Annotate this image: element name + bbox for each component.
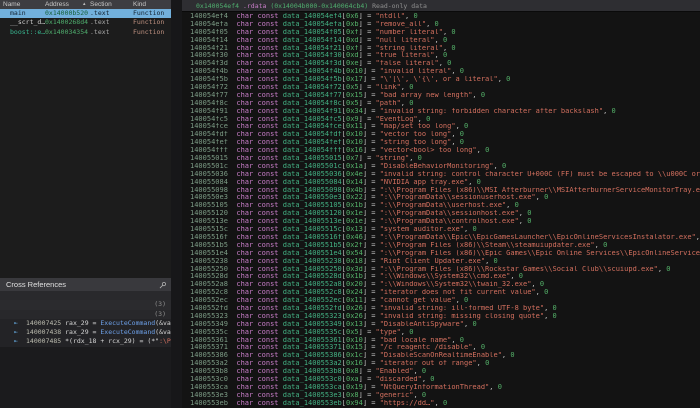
data-definition-row[interactable]: 140054f30 char const data_140054f30[0xd]… [182,52,700,60]
data-definition-row[interactable]: 14005515c char const data_14005515c[0x13… [182,226,700,234]
data-definition-row[interactable]: 140054f72 char const data_140054f72[0x5]… [182,84,700,92]
data-definition-row[interactable]: 140055250 char const data_140055250[0x3d… [182,266,700,274]
data-definition-row[interactable]: 140054f77 char const data_140054f77[0x15… [182,92,700,100]
data-definition-row[interactable]: 140055105 char const data_140055105[0x1b… [182,202,700,210]
symbol-name: boost::e… [10,28,45,37]
data-definition-row[interactable]: 14005535c char const data_14005535c[0x5]… [182,329,700,337]
panel-divider[interactable] [171,0,182,408]
data-definition-row[interactable]: 140055386 char const data_140055386[0x1c… [182,352,700,360]
cross-references-title: Cross References [6,280,66,289]
incoming-reference-icon: ⇤ [14,328,26,337]
symbol-kind: Function [133,18,164,27]
section-range: (0x14004b000-0x140064cb4) [270,2,368,10]
data-definition-row[interactable]: 140055098 char const data_140055098[0x4b… [182,187,700,195]
symbol-section: .text [90,9,110,18]
data-definition-row[interactable]: 14005501c char const data_14005501c[0x1a… [182,163,700,171]
data-definition-row[interactable]: 1400553c0 char const data_1400553c0[0xa]… [182,376,700,384]
column-header-section[interactable]: Section [90,0,112,9]
symbol-address: 0x14000b520 [45,9,88,18]
data-definition-row[interactable]: 140054fdf char const data_140054fdf[0x10… [182,131,700,139]
data-definition-row[interactable]: 140054f5b char const data_140054f5b[0x17… [182,76,700,84]
data-definition-row[interactable]: 140055015 char const data_140055015[0x7]… [182,155,700,163]
data-definition-row[interactable]: 1400551e4 char const data_1400551e4[0x54… [182,250,700,258]
table-row[interactable]: __scrt_d…0x1400268d4.text Function [0,18,171,27]
xrefs-list: ⇤140007425 rax_29 = ExecuteCommand(&var_… [0,319,171,347]
incoming-reference-icon: ⇤ [14,337,26,346]
data-definition-row[interactable]: 140054f3d char const data_140054f3d[0xe]… [182,60,700,68]
data-definition-row[interactable]: 1400551b5 char const data_1400551b5[0x2f… [182,242,700,250]
data-definition-row[interactable]: 140055120 char const data_140055120[0x1e… [182,210,700,218]
data-definition-row[interactable]: 1400552c8 char const data_1400552c8[0x24… [182,289,700,297]
data-definition-row[interactable]: 14005513e char const data_14005513e[0x1e… [182,218,700,226]
table-row[interactable]: main 0x14000b520.text Function [0,9,171,18]
column-header-address[interactable]: Address [45,0,69,9]
symbol-address: 0x140034354 [45,28,88,37]
symbol-table-header: Name Address ▴ Section Kind [0,0,171,9]
symbol-kind: Function [133,28,164,37]
data-definition-row[interactable]: 1400553e3 char const data_1400553e3[0x8]… [182,392,700,400]
symbol-name: main [10,9,26,18]
data-definition-row[interactable]: 140054fc5 char const data_140054fc5[0x9]… [182,116,700,124]
current-section: .rdata [239,2,270,10]
data-definition-row[interactable]: 1400550e3 char const data_1400550e3[0x22… [182,194,700,202]
data-definition-row[interactable]: 140055361 char const data_140055361[0x10… [182,337,700,345]
data-definition-row[interactable]: 140054f21 char const data_140054f21[0xf]… [182,45,700,53]
incoming-reference-icon: ⇤ [14,319,26,328]
symbol-section: .text [90,28,110,37]
cross-references-panel: Cross References ▸Filter (3) ▾Code Refer… [0,278,171,408]
linear-view: 0x140054ef4 .rdata (0x14004b000-0x140064… [182,0,700,408]
column-header-kind[interactable]: Kind [133,0,146,9]
xrefs-group-count: (3) [154,300,166,309]
data-definition-row[interactable]: 140055323 char const data_140055323[0x26… [182,313,700,321]
data-definition-row[interactable]: 140054fff char const data_140054fff[0x16… [182,147,700,155]
symbol-kind: Function [133,9,164,18]
data-definition-row[interactable]: 140054f4b char const data_140054f4b[0x10… [182,68,700,76]
data-definition-row[interactable]: 1400553a2 char const data_1400553a2[0x16… [182,360,700,368]
left-sidebar: Name Address ▴ Section Kind main 0x14000b… [0,0,171,408]
linear-view-status-bar: 0x140054ef4 .rdata (0x14004b000-0x140064… [182,0,700,12]
current-address: 0x140054ef4 [196,2,239,10]
xrefs-group-code-references[interactable]: ▾Code References (3) [0,300,171,309]
column-header-name[interactable]: Name [3,0,20,9]
xrefs-function-count: (3) [154,310,166,319]
data-definition-row[interactable]: 140055084 char const data_140055084[0x14… [182,179,700,187]
data-definition-row[interactable]: 140054f05 char const data_140054f05[0xf]… [182,29,700,37]
xref-row[interactable]: ⇤140007425 rax_29 = ExecuteCommand(&var_… [0,319,171,328]
data-definition-row[interactable]: 140055036 char const data_140055036[0x4e… [182,171,700,179]
pin-icon[interactable] [159,281,167,289]
data-definition-row[interactable]: 140054efa char const data_140054efa[0xb]… [182,21,700,29]
rdata-listing[interactable]: 140054ef4 char const data_140054ef4[0x6]… [182,13,700,408]
xrefs-filter-row[interactable]: ▸Filter (3) [0,291,171,300]
data-definition-row[interactable]: 1400552a8 char const data_1400552a8[0x20… [182,281,700,289]
data-definition-row[interactable]: 140054f91 char const data_140054f91[0x34… [182,108,700,116]
data-definition-row[interactable]: 1400553ca char const data_1400553ca[0x19… [182,384,700,392]
section-description: Read-only data [368,2,427,10]
data-definition-row[interactable]: 140054f14 char const data_140054f14[0xd]… [182,37,700,45]
data-definition-row[interactable]: 140055371 char const data_140055371[0x15… [182,344,700,352]
symbol-section: .text [90,18,110,27]
data-definition-row[interactable]: 140054fce char const data_140054fce[0x11… [182,123,700,131]
cross-references-header: Cross References [0,278,171,291]
data-definition-row[interactable]: 140055349 char const data_140055349[0x13… [182,321,700,329]
symbol-table-body: main0x14000b520.textFunction__scrt_d…0x1… [0,9,171,37]
symbol-address: 0x1400268d4 [45,18,88,27]
data-definition-row[interactable]: 14005528d char const data_14005528d[0x1b… [182,273,700,281]
sort-ascending-icon: ▴ [83,0,86,9]
symbol-table: Name Address ▴ Section Kind main 0x14000b… [0,0,171,278]
table-row[interactable]: boost::e…0x140034354.text Function [0,28,171,37]
xref-row[interactable]: ⇤140007438 rax_29 = ExecuteCommand(&var_… [0,328,171,337]
symbol-name: __scrt_d… [10,18,45,27]
data-definition-row[interactable]: 1400553b8 char const data_1400553b8[0x8]… [182,368,700,376]
data-definition-row[interactable]: 14005516f char const data_14005516f[0x46… [182,234,700,242]
data-definition-row[interactable]: 1400553eb char const data_1400553eb[0x94… [182,400,700,408]
data-definition-row[interactable]: 140054ef4 char const data_140054ef4[0x6]… [182,13,700,21]
binary-ninja-window: Name Address ▴ Section Kind main 0x14000b… [0,0,700,408]
data-definition-row[interactable]: 140055238 char const data_140055238[0x18… [182,258,700,266]
xref-row[interactable]: ⇤140007485 *(rdx_18 + rcx_29) = (*":\Pro… [0,337,171,346]
data-definition-row[interactable]: 140054fef char const data_140054fef[0x10… [182,139,700,147]
xrefs-function-sub-140006ce8[interactable]: ▾sub_140006ce8 (3) [0,310,171,319]
data-definition-row[interactable]: 1400552ec char const data_1400552ec[0x11… [182,297,700,305]
data-definition-row[interactable]: 140054f8c char const data_140054f8c[0x5]… [182,100,700,108]
data-definition-row[interactable]: 1400552fd char const data_1400552fd[0x26… [182,305,700,313]
